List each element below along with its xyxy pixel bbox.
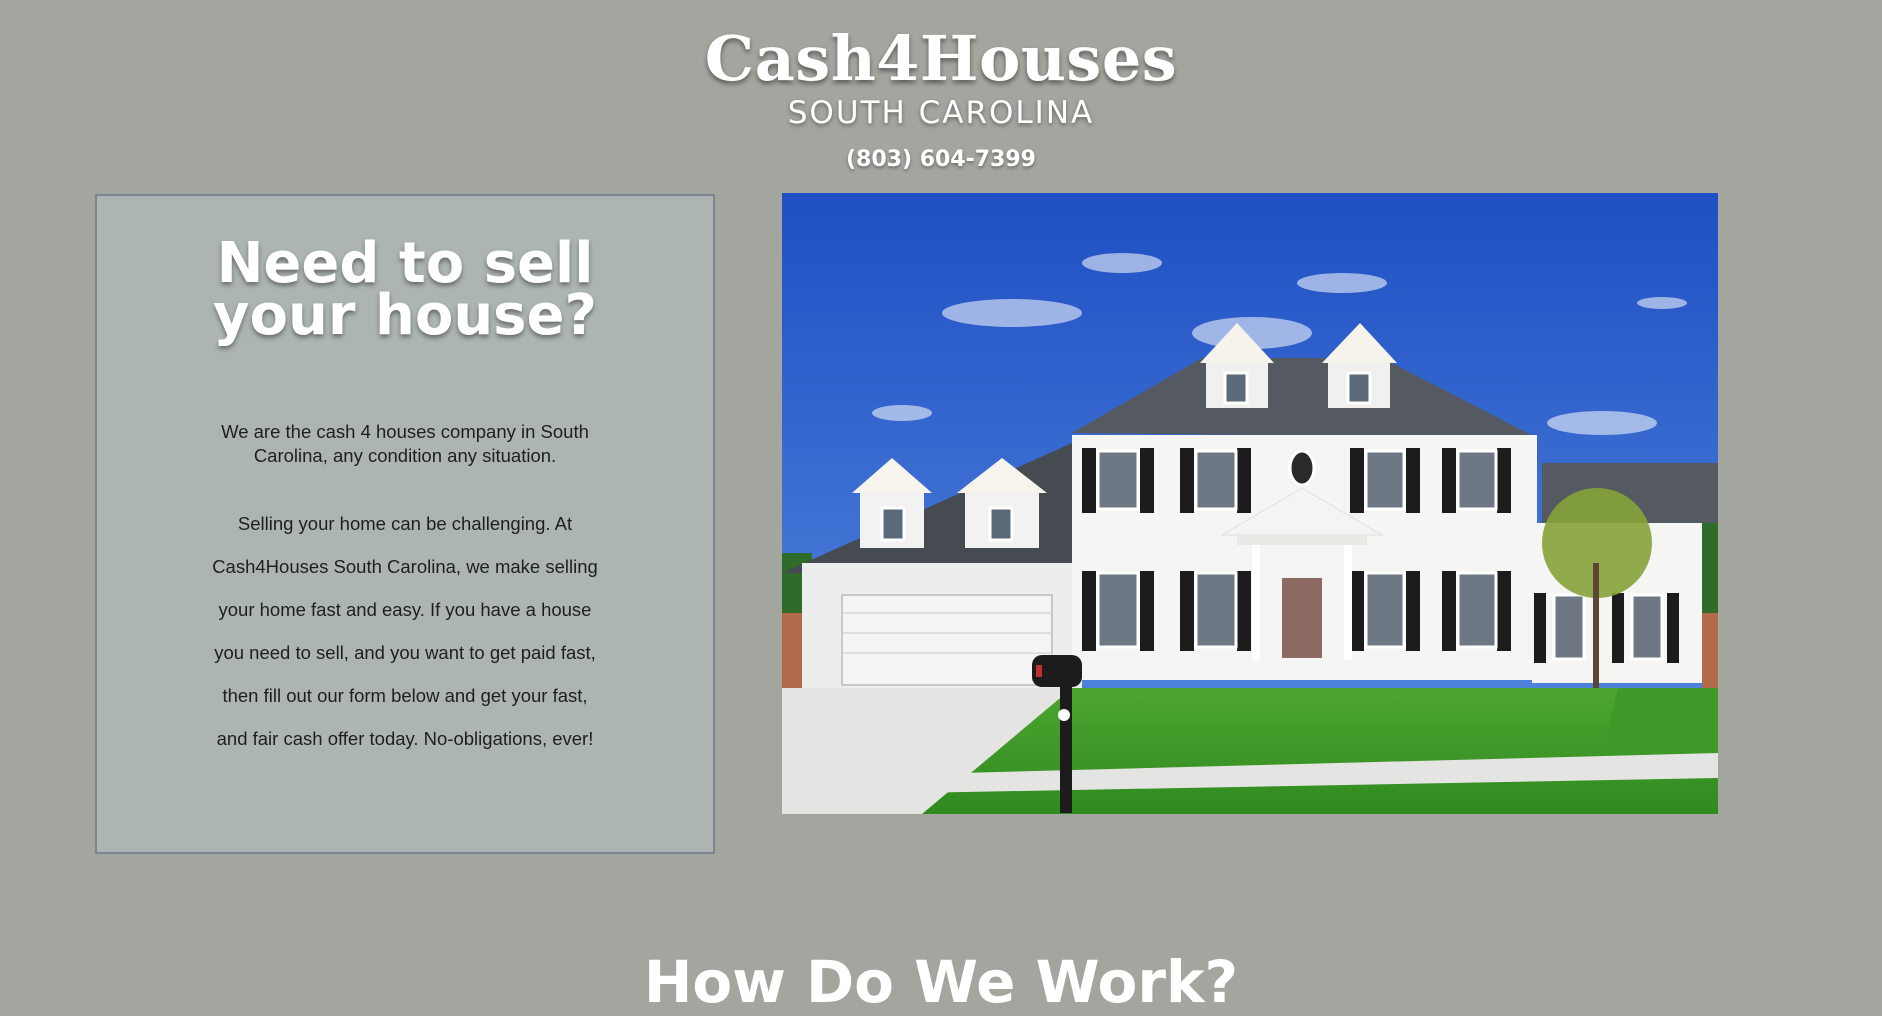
brand-title[interactable]: Cash4Houses (0, 22, 1882, 95)
section-heading-how-we-work: How Do We Work? (643, 948, 1239, 1016)
body-text: Selling your home can be challenging. At… (212, 513, 598, 749)
intro-panel: Need to sell your house? We are the cash… (95, 194, 715, 854)
panel-heading-line-2: your house? (213, 283, 597, 348)
intro-text: We are the cash 4 houses company in Sout… (221, 421, 589, 466)
phone-number[interactable]: (803) 604-7399 (0, 147, 1882, 172)
hero-house-image (782, 193, 1718, 814)
panel-heading: Need to sell your house? (97, 236, 713, 344)
brand-subtitle: SOUTH CAROLINA (787, 95, 1095, 131)
